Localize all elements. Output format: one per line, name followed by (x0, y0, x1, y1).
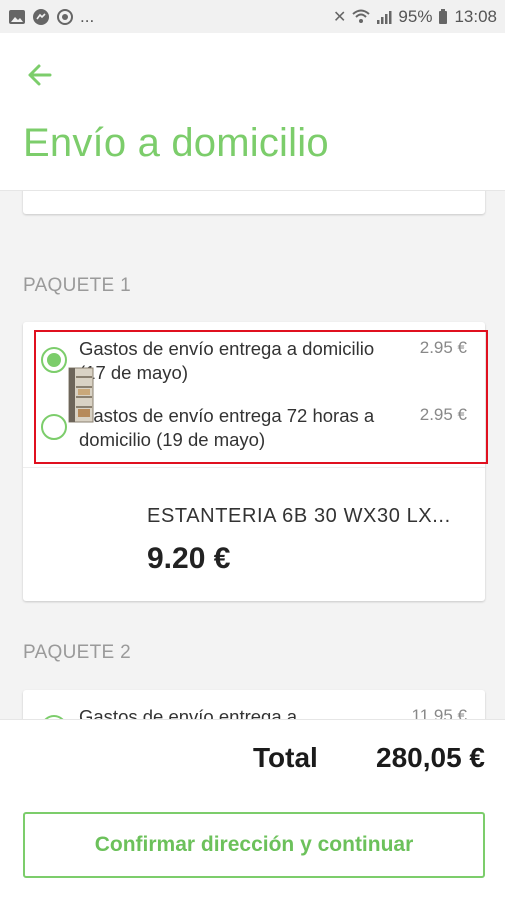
battery-icon (439, 8, 448, 24)
gallery-icon (9, 9, 25, 24)
address-card (23, 191, 485, 214)
back-arrow-icon[interactable] (20, 55, 60, 95)
total-bar: Total 280,05 € (0, 719, 505, 789)
total-label: Total (253, 742, 318, 773)
radio-button-selected[interactable] (41, 347, 67, 373)
messenger-icon (33, 8, 49, 25)
signal-icon (377, 10, 392, 24)
screen: ... ✕ 95% 13:08 Envío a domicilio PAQUET… (0, 0, 505, 899)
clock: 13:08 (454, 6, 497, 26)
shipping-option-home-delivery[interactable]: Gastos de envío entrega a 11.95 € (41, 705, 467, 719)
page-title: Envío a domicilio (23, 121, 329, 165)
more-notifications: ... (80, 6, 95, 26)
option-price: 11.95 € (411, 706, 467, 719)
option-label: Gastos de envío entrega a domicilio (17 … (79, 338, 375, 383)
shipping-options-list[interactable]: PAQUETE 1 Gastos de envío entrega a domi… (0, 191, 505, 719)
divider (23, 467, 485, 468)
status-left: ... (8, 7, 94, 27)
total-value: 280,05 € (376, 742, 485, 773)
package-1-card: Gastos de envío entrega a domicilio (17 … (23, 322, 488, 601)
shipping-option-home-delivery[interactable]: Gastos de envío entrega a domicilio (17 … (41, 337, 467, 385)
option-label: Gastos de envío entrega a (79, 706, 298, 719)
option-price: 2.95 € (419, 405, 467, 424)
shipping-option-72h-delivery[interactable]: Gastos de envío entrega 72 horas a domic… (41, 404, 467, 452)
confirm-address-button[interactable]: Confirmar dirección y continuar (23, 812, 485, 878)
package-2-card: Gastos de envío entrega a 11.95 € (23, 690, 485, 719)
status-right: ✕ 95% 13:08 (333, 7, 497, 27)
mute-icon: ✕ (333, 8, 347, 26)
app-header: Envío a domicilio (0, 33, 505, 191)
product-price: 9.20 € (147, 542, 231, 575)
sync-icon (57, 8, 73, 25)
option-price: 2.95 € (419, 338, 467, 357)
status-bar: ... ✕ 95% 13:08 (0, 0, 505, 33)
product-name: ESTANTERIA 6B 30 WX30 LX... (147, 505, 451, 527)
option-label: Gastos de envío entrega 72 horas a domic… (79, 405, 375, 450)
battery-percent: 95% (398, 6, 433, 26)
package-1-label: PAQUETE 1 (23, 275, 131, 296)
radio-dot (47, 353, 61, 367)
footer: Confirmar dirección y continuar (0, 789, 505, 899)
radio-button[interactable] (41, 414, 67, 440)
shelf-product-image (68, 367, 94, 423)
package-2-label: PAQUETE 2 (23, 642, 131, 663)
wifi-icon (352, 9, 371, 23)
